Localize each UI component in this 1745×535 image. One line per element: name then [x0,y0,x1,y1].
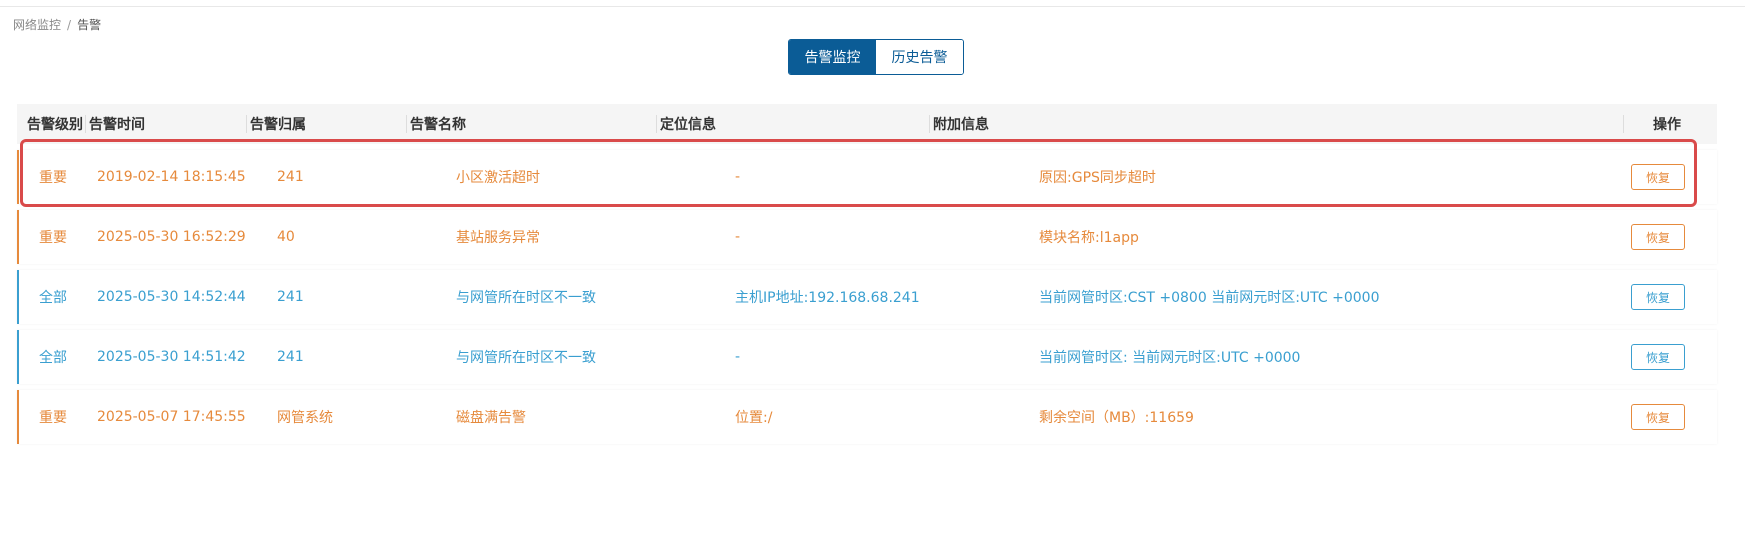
cell-level: 重要 [39,230,67,246]
restore-button[interactable]: 恢复 [1631,404,1685,430]
breadcrumb-separator: / [67,17,72,32]
cell-level: 重要 [39,410,67,426]
row-level-marker [17,330,19,384]
tab-alarm-history[interactable]: 历史告警 [876,40,963,74]
row-level-marker [17,270,19,324]
cell-owner: 241 [277,349,304,365]
row-level-marker [17,150,19,204]
cell-location: 主机IP地址:192.168.68.241 [735,290,920,306]
header-action: 操作 [1623,104,1681,144]
cell-location: - [735,169,741,185]
restore-button[interactable]: 恢复 [1631,224,1685,250]
cell-owner: 40 [277,229,295,245]
table-row: 重要 2019-02-14 18:15:45 241 小区激活超时 - 原因:G… [17,150,1717,204]
breadcrumb: 网络监控 / 告警 [13,16,101,33]
cell-extra: 当前网管时区:CST +0800 当前网元时区:UTC +0000 [1039,290,1380,306]
breadcrumb-current: 告警 [77,18,102,32]
cell-owner: 241 [277,289,304,305]
alarm-table: 告警级别 告警时间 告警归属 告警名称 定位信息 附加信息 操作 重要 2019… [17,104,1717,444]
top-divider [0,6,1745,7]
table-row: 重要 2025-05-07 17:45:55 网管系统 磁盘满告警 位置:/ 剩… [17,390,1717,444]
row-level-marker [17,390,19,444]
table-row: 重要 2025-05-30 16:52:29 40 基站服务异常 - 模块名称:… [17,210,1717,264]
cell-level: 重要 [39,170,67,186]
breadcrumb-parent[interactable]: 网络监控 [13,16,61,33]
cell-extra: 原因:GPS同步超时 [1039,170,1156,186]
cell-owner: 网管系统 [277,410,333,426]
cell-extra: 剩余空间（MB）:11659 [1039,410,1194,426]
header-owner: 告警归属 [246,104,306,144]
cell-extra: 当前网管时区: 当前网元时区:UTC +0000 [1039,350,1301,366]
cell-location: - [735,349,741,365]
table-row: 全部 2025-05-30 14:51:42 241 与网管所在时区不一致 - … [17,330,1717,384]
cell-name: 小区激活超时 [456,170,540,186]
cell-name: 与网管所在时区不一致 [456,290,596,306]
header-time: 告警时间 [85,104,145,144]
table-row: 全部 2025-05-30 14:52:44 241 与网管所在时区不一致 主机… [17,270,1717,324]
tab-alarm-monitor[interactable]: 告警监控 [789,40,876,74]
header-extra: 附加信息 [929,104,989,144]
cell-extra: 模块名称:l1app [1039,230,1139,246]
header-location: 定位信息 [656,104,716,144]
cell-time: 2025-05-30 14:52:44 [97,289,246,305]
cell-owner: 241 [277,169,304,185]
restore-button[interactable]: 恢复 [1631,344,1685,370]
cell-location: 位置:/ [735,410,773,426]
header-level: 告警级别 [27,117,83,133]
cell-name: 基站服务异常 [456,230,540,246]
row-level-marker [17,210,19,264]
table-header: 告警级别 告警时间 告警归属 告警名称 定位信息 附加信息 操作 [17,104,1717,144]
header-name: 告警名称 [406,104,466,144]
cell-time: 2019-02-14 18:15:45 [97,169,246,185]
restore-button[interactable]: 恢复 [1631,164,1685,190]
cell-time: 2025-05-07 17:45:55 [97,409,246,425]
cell-name: 磁盘满告警 [456,410,526,426]
cell-level: 全部 [39,290,67,306]
cell-time: 2025-05-30 16:52:29 [97,229,246,245]
cell-time: 2025-05-30 14:51:42 [97,349,246,365]
cell-name: 与网管所在时区不一致 [456,350,596,366]
cell-level: 全部 [39,350,67,366]
cell-location: - [735,229,741,245]
alarm-tabs: 告警监控 历史告警 [788,39,964,75]
restore-button[interactable]: 恢复 [1631,284,1685,310]
